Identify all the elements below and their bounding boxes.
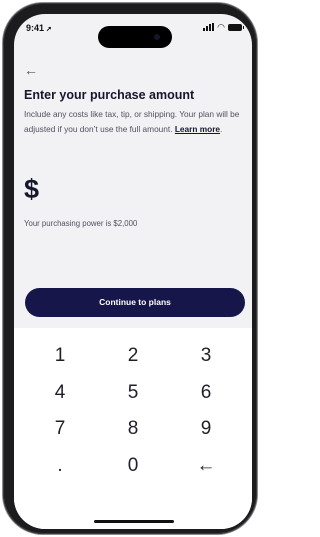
purchase-description: Include any costs like tax, tip, or ship… <box>24 107 246 137</box>
key-2[interactable]: 2 <box>100 338 166 374</box>
key-3[interactable]: 3 <box>173 338 239 374</box>
key-1[interactable]: 1 <box>27 338 93 374</box>
key-5[interactable]: 5 <box>100 375 166 411</box>
battery-icon <box>228 23 244 31</box>
amount-input[interactable]: $ <box>24 174 39 205</box>
status-icons: ◠ <box>203 22 244 32</box>
cellular-signal-icon <box>203 23 215 31</box>
phone-frame: 9:41 ➚ ◠ ← Enter your purchase amount Inc… <box>3 3 257 534</box>
home-indicator <box>94 520 174 523</box>
key-4[interactable]: 4 <box>27 375 93 411</box>
location-arrow-icon: ➚ <box>46 26 52 33</box>
backspace-icon[interactable]: ← <box>173 448 239 484</box>
learn-more-link[interactable]: Learn more <box>175 124 220 134</box>
status-time-text: 9:41 <box>26 23 45 33</box>
key-7[interactable]: 7 <box>27 411 93 447</box>
status-time: 9:41 ➚ <box>26 23 52 33</box>
key-9[interactable]: 9 <box>173 411 239 447</box>
key-0[interactable]: 0 <box>100 448 166 484</box>
learn-more-suffix: . <box>220 124 223 134</box>
key-decimal[interactable]: . <box>27 448 93 484</box>
screen: 9:41 ➚ ◠ ← Enter your purchase amount Inc… <box>14 14 252 529</box>
purchasing-power-text: Your purchasing power is $2,000 <box>24 219 138 228</box>
numeric-keypad: 1 2 3 4 5 6 7 8 9 . 0 ← <box>14 328 252 529</box>
back-button[interactable]: ← <box>24 62 38 78</box>
wifi-icon: ◠ <box>217 22 225 32</box>
camera-icon <box>154 34 160 40</box>
status-bar: 9:41 ➚ ◠ <box>14 14 252 54</box>
key-6[interactable]: 6 <box>173 375 239 411</box>
dynamic-island <box>98 26 172 48</box>
page-title: Enter your purchase amount <box>24 88 195 102</box>
continue-to-plans-button[interactable]: Continue to plans <box>25 288 245 317</box>
key-8[interactable]: 8 <box>100 411 166 447</box>
